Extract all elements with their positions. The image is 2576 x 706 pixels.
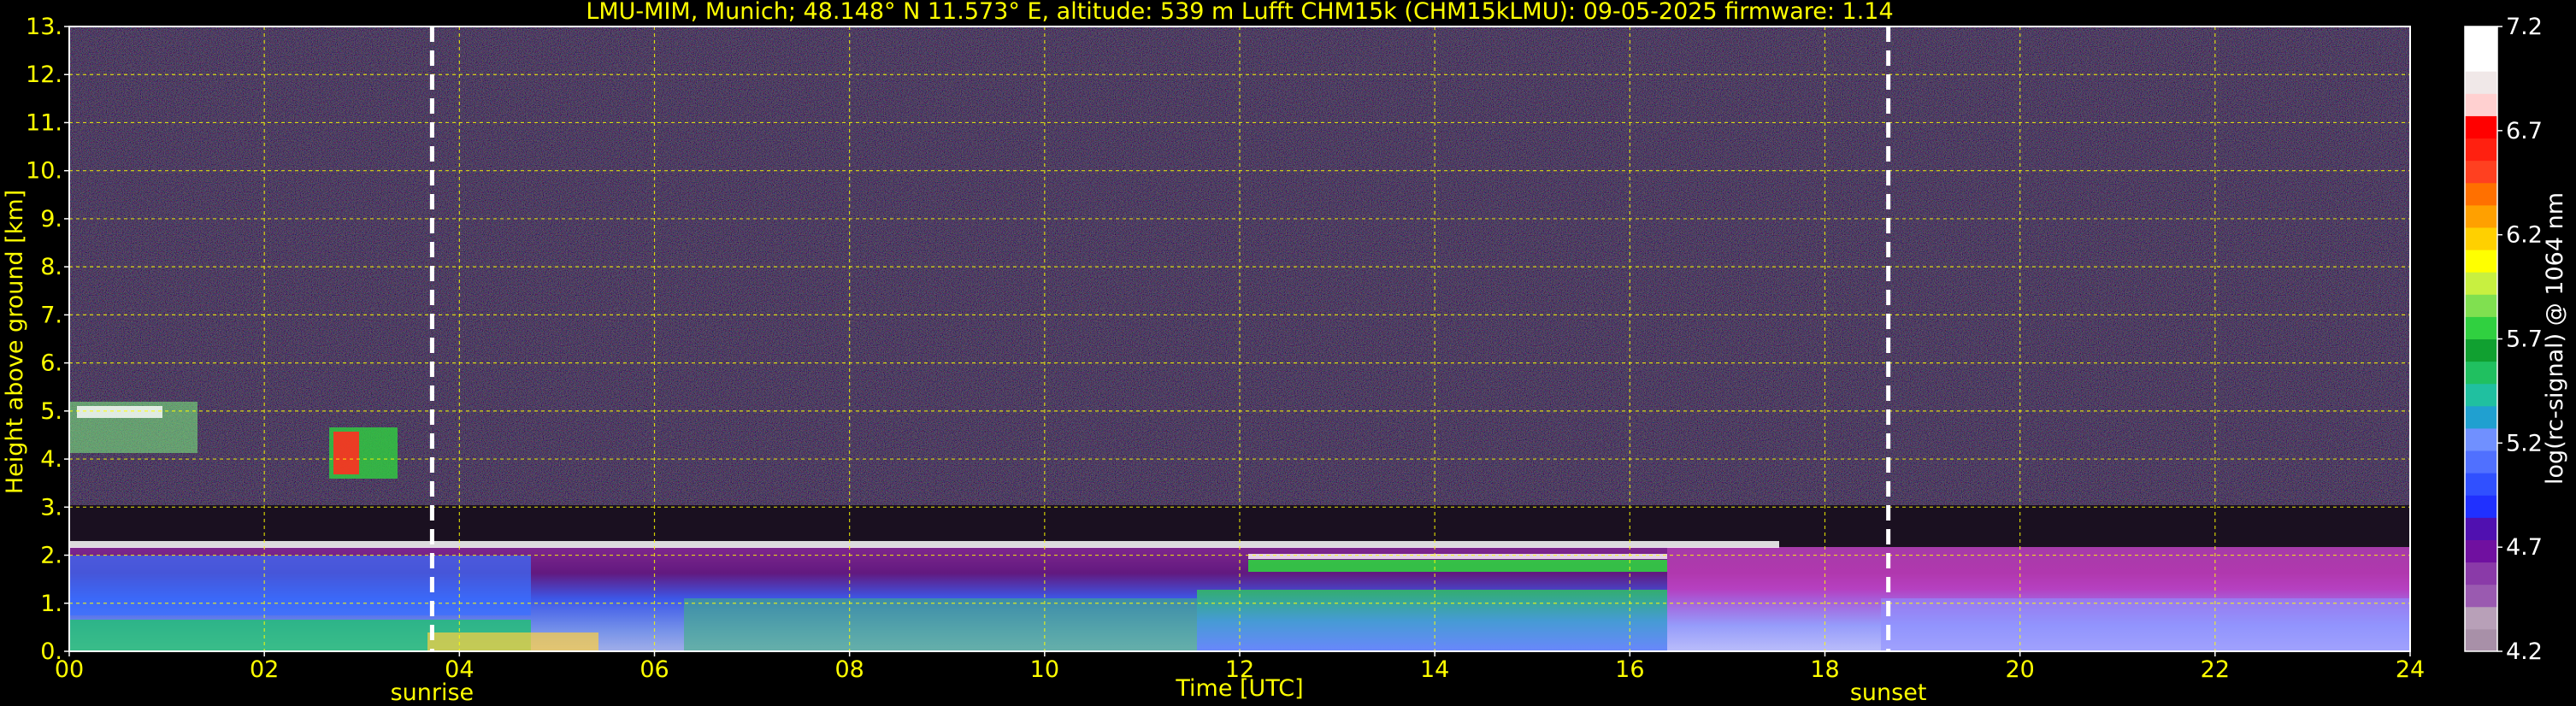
colorbar-segment [2465, 182, 2497, 206]
y-tick-label: 1. [40, 591, 62, 617]
x-tick-label: 06 [640, 656, 669, 683]
x-tick-label: 08 [834, 656, 864, 683]
colorbar-label: log(rc-signal) @ 1064 nm [2542, 192, 2568, 485]
colorbar-segment [2465, 272, 2497, 295]
y-tick-label: 6. [40, 350, 62, 377]
colorbar-tick-label: 5.7 [2506, 327, 2543, 353]
colorbar-segment [2465, 204, 2497, 228]
colorbar-segment [2465, 115, 2497, 139]
colorbar [2465, 26, 2497, 652]
x-tick-label: 18 [1810, 656, 1839, 683]
y-tick-label: 5. [40, 398, 62, 425]
colorbar-segment [2465, 49, 2497, 72]
y-tick-label: 3. [40, 494, 62, 521]
colorbar-segment [2465, 517, 2497, 540]
colorbar-segment [2465, 294, 2497, 317]
x-tick-label: 24 [2396, 656, 2425, 683]
colorbar-segment [2465, 361, 2497, 385]
colorbar-tick-label: 5.2 [2506, 430, 2543, 456]
x-tick-label: 04 [445, 656, 474, 683]
y-tick-label: 8. [40, 254, 62, 280]
y-axis-ticks: 0. 1. 2. 3. 4. 5. 6. 7. 8. 9. 10. 11. 12. 13. [26, 14, 69, 665]
y-tick-label: 10. [26, 158, 62, 185]
colorbar-tick-label: 4.2 [2506, 638, 2543, 665]
y-tick-label: 2. [40, 543, 62, 569]
y-tick-label: 0. [40, 638, 62, 665]
colorbar-segment [2465, 160, 2497, 184]
x-tick-label: 22 [2201, 656, 2230, 683]
colorbar-segment [2465, 93, 2497, 116]
colorbar-segment [2465, 71, 2497, 94]
colorbar-segment [2465, 473, 2497, 496]
colorbar-segment [2465, 250, 2497, 273]
sun-marker-label: sunrise [391, 680, 475, 706]
y-axis-label: Height above ground [km] [2, 190, 28, 494]
colorbar-segment [2465, 383, 2497, 407]
colorbar-segment [2465, 405, 2497, 429]
colorbar-segment [2465, 316, 2497, 339]
y-tick-label: 12. [26, 62, 62, 88]
sun-marker-label: sunset [1850, 680, 1927, 706]
colorbar-segment [2465, 495, 2497, 518]
x-tick-label: 10 [1030, 656, 1059, 683]
ceilometer-chart: sunrise sunset 00 02 04 06 08 10 12 14 16 18 20 22 24… [2, 0, 2568, 706]
plot-area [69, 26, 2410, 651]
y-tick-label: 13. [26, 14, 62, 40]
x-tick-label: 20 [2005, 656, 2034, 683]
colorbar-segment [2465, 562, 2497, 585]
colorbar-tick-label: 6.7 [2506, 118, 2543, 144]
y-tick-label: 4. [40, 446, 62, 473]
colorbar-segment [2465, 227, 2497, 250]
colorbar-segment [2465, 26, 2497, 50]
colorbar-tick-label: 7.2 [2506, 14, 2543, 40]
colorbar-tick-label: 6.2 [2506, 222, 2543, 249]
x-axis-label: Time [UTC] [1175, 675, 1303, 702]
y-tick-label: 11. [26, 109, 62, 136]
colorbar-segment [2465, 628, 2497, 652]
colorbar-segment [2465, 539, 2497, 563]
colorbar-segment [2465, 606, 2497, 630]
colorbar-ticks: 4.2 4.7 5.2 5.7 6.2 6.7 7.2 [2497, 14, 2543, 665]
colorbar-segment [2465, 338, 2497, 362]
colorbar-segment [2465, 427, 2497, 451]
y-tick-label: 7. [40, 302, 62, 328]
x-tick-label: 02 [250, 656, 279, 683]
colorbar-segment [2465, 138, 2497, 162]
colorbar-segment [2465, 584, 2497, 608]
chart-title: LMU-MIM, Munich; 48.148° N 11.573° E, al… [586, 0, 1893, 25]
colorbar-tick-label: 4.7 [2506, 534, 2543, 561]
y-tick-label: 9. [40, 206, 62, 232]
x-tick-label: 16 [1615, 656, 1644, 683]
x-tick-label: 14 [1420, 656, 1449, 683]
colorbar-segment [2465, 450, 2497, 474]
